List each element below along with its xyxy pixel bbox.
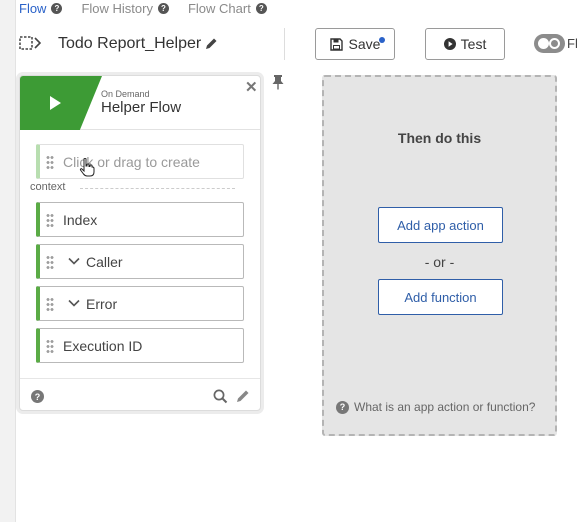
trigger-type: On Demand (101, 89, 150, 99)
drag-handle-icon[interactable] (46, 155, 54, 170)
context-label: context (30, 181, 66, 193)
tab-flow-history[interactable]: Flow History ? (81, 1, 169, 16)
context-field-error[interactable]: Error (36, 286, 244, 321)
trigger-card-header: On Demand Helper Flow ✕ (20, 76, 260, 130)
save-label: Save (348, 36, 381, 52)
help-icon[interactable]: ? (51, 2, 63, 14)
play-circle-icon (443, 38, 456, 50)
chevron-down-icon[interactable] (67, 254, 81, 268)
drag-handle-icon[interactable] (46, 339, 54, 354)
play-icon (50, 96, 61, 110)
help-link-text: What is an app action or function? (354, 400, 536, 414)
pin-icon[interactable] (271, 74, 285, 90)
flow-on-off-toggle[interactable] (534, 34, 565, 53)
flow-breadcrumb-icon[interactable] (19, 35, 41, 51)
tab-flow-history-label: Flow History (81, 0, 153, 16)
tab-flow-chart-label: Flow Chart (187, 0, 251, 16)
help-icon[interactable]: ? (157, 2, 169, 14)
toggle-ring (549, 38, 560, 49)
add-function-button[interactable]: Add function (378, 279, 503, 315)
left-rail (0, 0, 16, 522)
trigger-card: On Demand Helper Flow ✕ Click or drag to… (19, 75, 261, 411)
drag-handle-icon[interactable] (46, 213, 54, 228)
app-action-help-link[interactable]: ? What is an app action or function? (336, 400, 535, 414)
help-icon[interactable]: ? (255, 2, 267, 14)
header-divider (284, 28, 285, 60)
field-label: Error (86, 296, 118, 312)
then-title: Then do this (397, 130, 482, 146)
create-field-dropzone[interactable]: Click or drag to create (36, 144, 244, 179)
context-divider: context (30, 181, 235, 195)
field-label: Execution ID (63, 338, 143, 354)
tab-flow[interactable]: Flow ? (19, 0, 63, 16)
tab-flow-chart[interactable]: Flow Chart ? (188, 1, 267, 16)
context-field-caller[interactable]: Caller (36, 244, 244, 279)
trigger-title: Helper Flow (101, 99, 182, 116)
field-label: Caller (86, 254, 123, 270)
context-field-execution-id[interactable]: Execution ID (36, 328, 244, 363)
then-do-this-panel: Then do this Add app action - or - Add f… (322, 75, 557, 436)
or-separator: - or - (424, 254, 455, 270)
pencil-icon[interactable] (236, 389, 250, 403)
save-button[interactable]: Save (315, 28, 395, 60)
help-icon[interactable]: ? (31, 390, 44, 403)
hand-cursor-icon (79, 158, 95, 177)
drag-handle-icon[interactable] (46, 297, 54, 312)
context-field-index[interactable]: Index (36, 202, 244, 237)
help-icon: ? (336, 400, 349, 414)
drag-handle-icon[interactable] (46, 255, 54, 270)
search-icon[interactable] (213, 389, 228, 404)
test-label: Test (460, 36, 487, 52)
trigger-play-block[interactable] (20, 76, 102, 130)
context-dashed-line (80, 188, 235, 189)
trigger-card-footer: ? (20, 378, 260, 410)
test-button[interactable]: Test (425, 28, 505, 60)
field-label: Index (63, 212, 98, 228)
add-app-action-button[interactable]: Add app action (378, 207, 503, 243)
flow-name: Todo Report_Helper (58, 35, 202, 52)
save-icon (329, 37, 343, 51)
toggle-label: Fl (567, 36, 578, 51)
unsaved-indicator (379, 37, 385, 43)
edit-name-pencil-icon[interactable] (205, 37, 218, 50)
close-icon[interactable]: ✕ (245, 78, 258, 96)
toggle-knob (538, 38, 549, 49)
flow-header: Todo Report_Helper Save Test Fl (16, 22, 580, 66)
flow-tabs: Flow ? Flow History ? Flow Chart ? (19, 0, 286, 16)
tab-flow-label: Flow (19, 0, 47, 16)
chevron-down-icon[interactable] (67, 296, 81, 310)
